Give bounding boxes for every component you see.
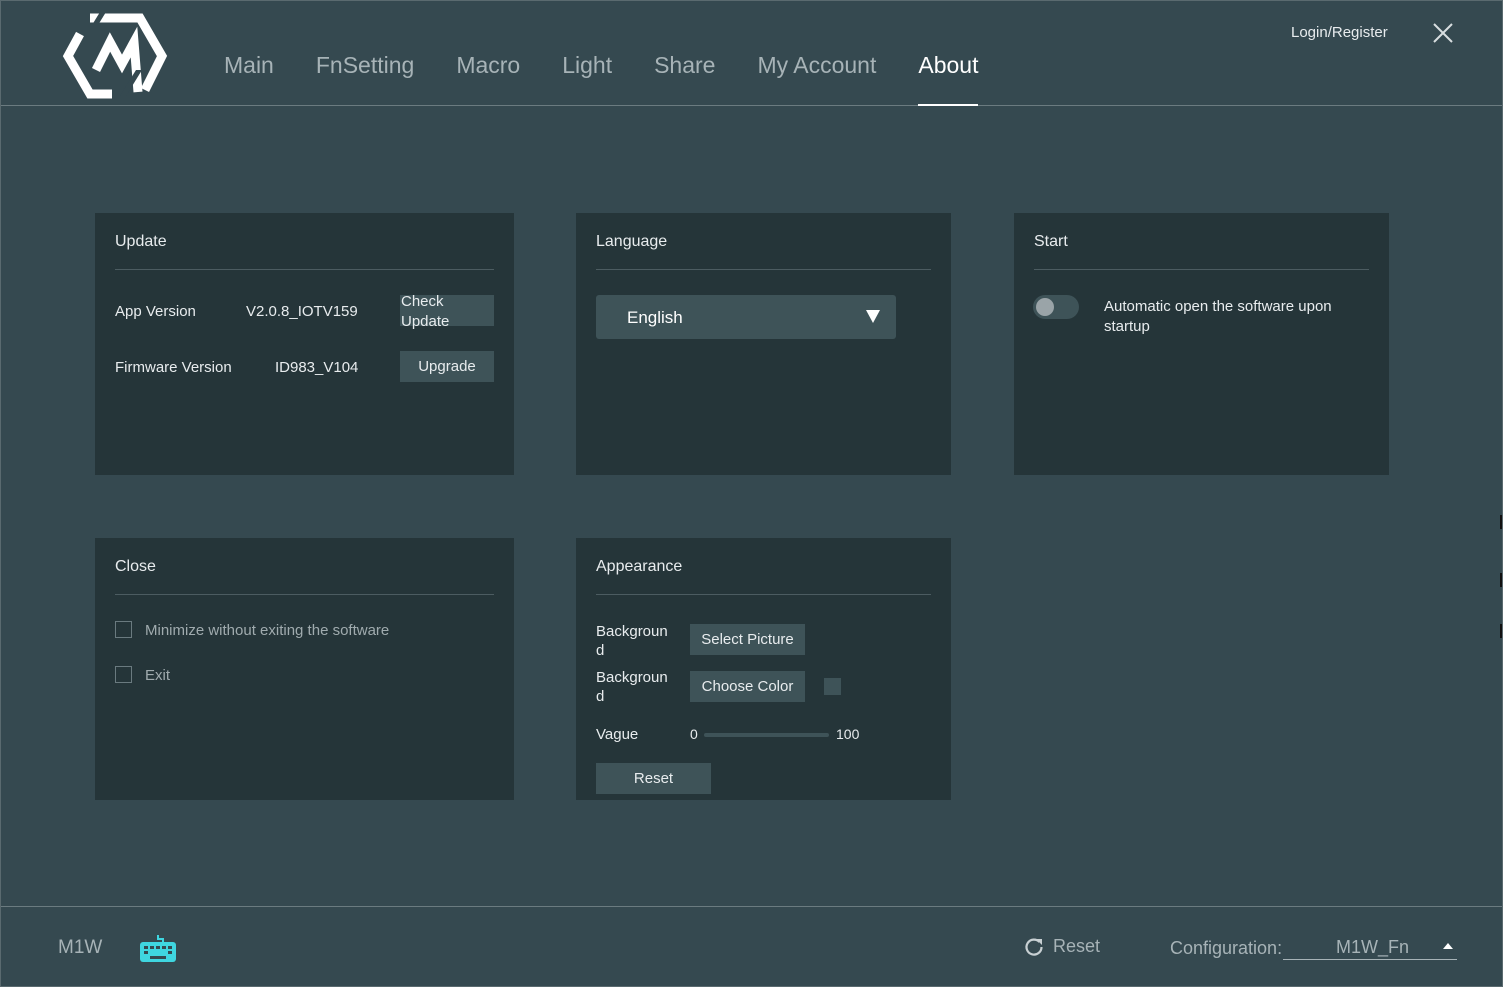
configuration-label: Configuration: (1170, 938, 1283, 958)
auto-start-label-line2: startup (1104, 318, 1150, 335)
tab-about[interactable]: About (918, 52, 979, 106)
exit-checkbox[interactable] (115, 666, 132, 683)
tab-fnsetting[interactable]: FnSetting (316, 52, 414, 106)
divider (596, 269, 931, 270)
footer-reset-button[interactable]: Reset (1024, 936, 1100, 957)
status-footer: M1W Reset Configuration: M1W_Fn (0, 906, 1503, 987)
minimize-checkbox[interactable] (115, 621, 132, 638)
toggle-knob (1036, 298, 1054, 316)
divider (115, 269, 494, 270)
vague-max-value: 100 (836, 726, 860, 742)
language-panel: Language English (576, 213, 951, 475)
update-panel: Update App Version V2.0.8_IOTV159 Check … (95, 213, 514, 475)
login-register-link[interactable]: Login/Register (1291, 24, 1388, 41)
divider (596, 594, 931, 595)
tab-my-account[interactable]: My Account (757, 52, 876, 106)
configuration-select[interactable]: M1W_Fn (1283, 933, 1457, 960)
tab-light[interactable]: Light (562, 52, 612, 106)
caret-down-icon (866, 310, 880, 323)
language-select[interactable]: English (596, 295, 896, 339)
update-panel-title: Update (115, 233, 167, 250)
minimize-label: Minimize without exiting the software (145, 622, 390, 639)
choose-color-button[interactable]: Choose Color (690, 671, 805, 702)
divider (115, 594, 494, 595)
vague-slider[interactable] (704, 733, 829, 737)
background-color-label-line2: d (596, 688, 605, 705)
close-panel: Close Minimize without exiting the softw… (95, 538, 514, 800)
background-picture-label-line1: Backgroun (596, 623, 668, 640)
appearance-reset-button[interactable]: Reset (596, 763, 711, 794)
appearance-panel-title: Appearance (596, 558, 683, 575)
background-color-label-line1: Backgroun (596, 669, 668, 686)
upgrade-button[interactable]: Upgrade (400, 351, 494, 382)
app-header: Main FnSetting Macro Light Share My Acco… (0, 0, 1503, 106)
brand-hexagon-logo-icon (62, 12, 168, 99)
divider (1034, 269, 1369, 270)
start-panel: Start Automatic open the software upon s… (1014, 213, 1389, 475)
check-update-label-line1: Check (401, 293, 444, 310)
main-nav: Main FnSetting Macro Light Share My Acco… (224, 52, 1020, 106)
device-name: M1W (58, 937, 103, 958)
check-update-label-line2: Update (401, 313, 450, 330)
keyboard-icon[interactable] (139, 933, 177, 963)
tab-share[interactable]: Share (654, 52, 715, 106)
background-picture-label-line2: d (596, 642, 605, 659)
firmware-version-value: ID983_V104 (275, 359, 359, 376)
start-panel-title: Start (1034, 233, 1068, 250)
tab-macro[interactable]: Macro (456, 52, 520, 106)
language-selected-value: English (627, 308, 683, 327)
app-version-label: App Version (115, 303, 196, 320)
tab-main[interactable]: Main (224, 52, 274, 106)
background-picture-label: Backgroun d (596, 622, 668, 660)
auto-start-toggle[interactable] (1033, 295, 1079, 319)
configuration-value: M1W_Fn (1336, 937, 1410, 957)
appearance-panel: Appearance Backgroun d Select Picture Ba… (576, 538, 951, 800)
close-icon[interactable] (1430, 20, 1456, 46)
refresh-icon (1025, 938, 1043, 956)
app-version-value: V2.0.8_IOTV159 (246, 303, 358, 320)
background-color-label: Backgroun d (596, 668, 668, 706)
background-color-swatch[interactable] (824, 678, 841, 695)
window-border (0, 0, 1503, 987)
vague-min-value: 0 (690, 726, 698, 742)
firmware-version-label: Firmware Version (115, 359, 232, 376)
vague-label: Vague (596, 726, 639, 743)
exit-label: Exit (145, 667, 171, 684)
caret-up-icon (1443, 943, 1453, 949)
select-picture-button[interactable]: Select Picture (690, 624, 805, 655)
auto-start-label: Automatic open the software upon startup (1104, 297, 1332, 337)
footer-reset-label: Reset (1053, 936, 1101, 956)
close-panel-title: Close (115, 558, 156, 575)
language-panel-title: Language (596, 233, 668, 250)
check-update-button[interactable]: Check Update (400, 293, 494, 330)
auto-start-label-line1: Automatic open the software upon (1104, 298, 1332, 315)
